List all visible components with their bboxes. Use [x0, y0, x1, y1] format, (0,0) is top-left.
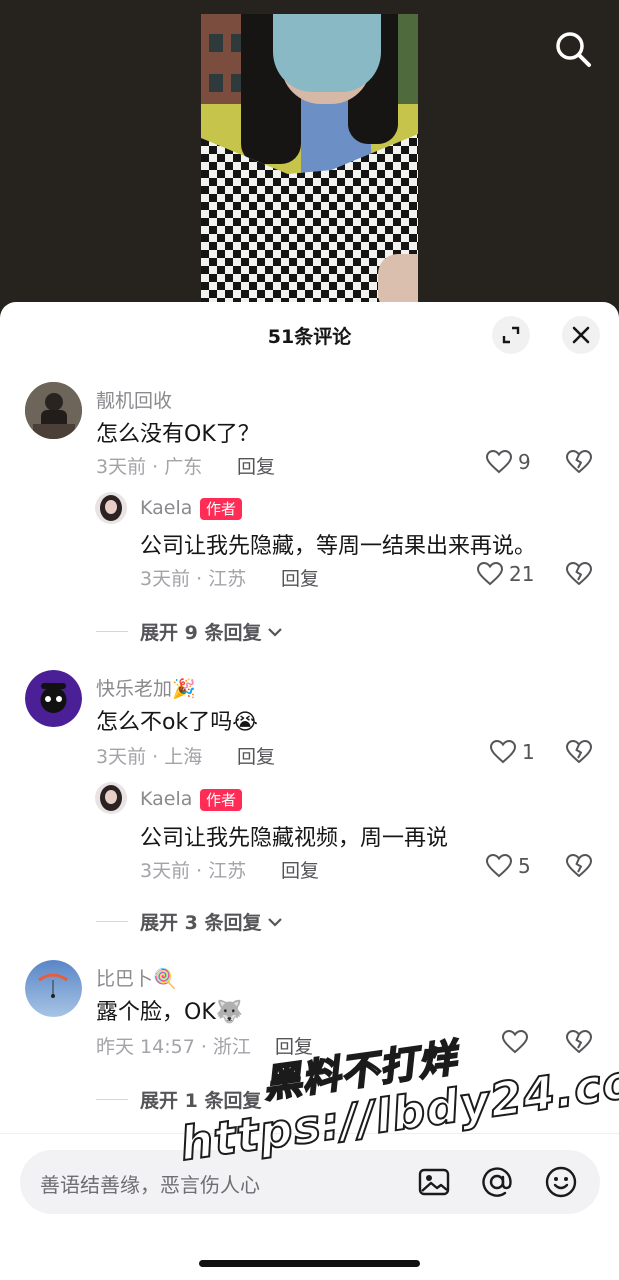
- lollipop-emoji: 🍭: [153, 968, 177, 990]
- search-button[interactable]: [552, 28, 594, 70]
- sheet-header: 51条评论: [0, 302, 619, 364]
- emoji-icon: [545, 1166, 577, 1198]
- dislike-button[interactable]: [566, 562, 592, 590]
- reply-text[interactable]: 公司让我先隐藏视频，周一再说: [140, 820, 448, 852]
- mention-button[interactable]: [480, 1165, 514, 1199]
- comment-text[interactable]: 怎么没有OK了？: [96, 416, 260, 448]
- heart-icon: [490, 740, 516, 764]
- video-frame[interactable]: [201, 14, 418, 314]
- expand-icon: [502, 326, 520, 344]
- dislike-button[interactable]: [566, 854, 592, 882]
- avatar[interactable]: [25, 382, 82, 439]
- expand-replies-button[interactable]: 展开 1 条回复: [96, 1086, 261, 1113]
- expand-replies-label: 展开 1 条回复: [140, 1090, 262, 1112]
- avatar[interactable]: [25, 960, 82, 1017]
- emoji-button[interactable]: [544, 1165, 578, 1199]
- comment-username-text: 快乐老加: [96, 678, 173, 700]
- like-button[interactable]: 21: [477, 562, 534, 586]
- search-icon: [556, 32, 591, 67]
- reply-username[interactable]: Kaela: [140, 497, 192, 519]
- crying-emoji: 😭: [232, 710, 258, 735]
- heart-icon: [486, 450, 512, 474]
- broken-heart-icon: [566, 450, 592, 473]
- comment-item: 靓机回收 怎么没有OK了？ 3天前 · 广东 回复 9 Kaela 作者 公司让…: [0, 380, 619, 650]
- close-sheet-button[interactable]: [562, 316, 600, 354]
- divider: [96, 631, 128, 632]
- reply-button[interactable]: 回复: [281, 856, 319, 883]
- broken-heart-icon: [566, 740, 592, 763]
- broken-heart-icon: [566, 562, 592, 585]
- comment-meta: 3天前 · 广东: [96, 456, 203, 478]
- home-indicator[interactable]: [199, 1260, 420, 1267]
- avatar[interactable]: [95, 782, 127, 814]
- expand-replies-label: 展开 9 条回复: [140, 622, 262, 644]
- comment-meta: 3天前 · 上海: [96, 746, 203, 768]
- comment-item: 比巴卜🍭 露个脸，OK🐺 昨天 14:57 · 浙江 回复 展开 1 条回复: [0, 958, 619, 1118]
- broken-heart-icon: [566, 854, 592, 877]
- like-count: 21: [509, 562, 535, 586]
- comment-input[interactable]: 善语结善缘，恶言伤人心: [20, 1150, 600, 1214]
- reply-button[interactable]: 回复: [237, 452, 275, 479]
- dislike-button[interactable]: [566, 740, 592, 768]
- comment-text-content: 露个脸，OK: [96, 1000, 216, 1025]
- divider: [0, 1133, 619, 1134]
- close-icon: [572, 326, 590, 344]
- author-badge: 作者: [200, 789, 243, 811]
- like-count: 9: [518, 450, 531, 474]
- comment-text-content: 怎么不ok了吗: [96, 710, 233, 735]
- heart-icon: [486, 854, 512, 878]
- broken-heart-icon: [566, 1030, 592, 1053]
- comment-input-placeholder[interactable]: 善语结善缘，恶言伤人心: [40, 1169, 260, 1198]
- image-icon: [418, 1168, 450, 1196]
- comment-username[interactable]: 快乐老加🎉: [96, 674, 196, 701]
- like-count: 1: [522, 740, 535, 764]
- video-face-mask: [273, 14, 381, 92]
- expand-replies-button[interactable]: 展开 3 条回复: [96, 908, 285, 935]
- comment-text[interactable]: 露个脸，OK🐺: [96, 994, 243, 1026]
- like-button[interactable]: [502, 1030, 528, 1054]
- comment-meta: 昨天 14:57 · 浙江: [96, 1036, 251, 1058]
- video-area[interactable]: [0, 0, 619, 320]
- expand-sheet-button[interactable]: [492, 316, 530, 354]
- divider: [96, 1099, 128, 1100]
- like-button[interactable]: 5: [486, 854, 531, 878]
- reply-button[interactable]: 回复: [281, 564, 319, 591]
- like-count: 5: [518, 854, 531, 878]
- chevron-down-icon: [268, 917, 283, 927]
- comment-username[interactable]: 靓机回收: [96, 386, 172, 413]
- dislike-button[interactable]: [566, 1030, 592, 1058]
- reply-button[interactable]: 回复: [275, 1032, 313, 1059]
- reply-meta: 3天前 · 江苏: [140, 860, 247, 882]
- at-icon: [482, 1167, 512, 1197]
- author-badge: 作者: [200, 498, 243, 520]
- reply-meta: 3天前 · 江苏: [140, 568, 247, 590]
- reply-button[interactable]: 回复: [237, 742, 275, 769]
- like-button[interactable]: 9: [486, 450, 531, 474]
- comment-username-text: 比巴卜: [96, 968, 154, 990]
- like-button[interactable]: 1: [490, 740, 535, 764]
- expand-replies-label: 展开 3 条回复: [140, 912, 262, 934]
- comment-item: 快乐老加🎉 怎么不ok了吗😭 3天前 · 上海 回复 1 Kaela 作者 公司…: [0, 668, 619, 938]
- avatar[interactable]: [25, 670, 82, 727]
- reply-username[interactable]: Kaela: [140, 788, 192, 810]
- wolf-emoji: 🐺: [215, 1000, 244, 1025]
- comment-username[interactable]: 比巴卜🍭: [96, 964, 177, 991]
- divider: [96, 921, 128, 922]
- expand-replies-button[interactable]: 展开 9 条回复: [96, 618, 285, 645]
- heart-icon: [477, 562, 503, 586]
- image-button[interactable]: [417, 1165, 451, 1199]
- dislike-button[interactable]: [566, 450, 592, 478]
- avatar[interactable]: [95, 492, 127, 524]
- heart-icon: [502, 1030, 528, 1054]
- party-emoji: 🎉: [172, 678, 196, 700]
- comment-text[interactable]: 怎么不ok了吗😭: [96, 704, 258, 736]
- reply-text[interactable]: 公司让我先隐藏，等周一结果出来再说。: [140, 528, 536, 560]
- chevron-down-icon: [268, 627, 283, 637]
